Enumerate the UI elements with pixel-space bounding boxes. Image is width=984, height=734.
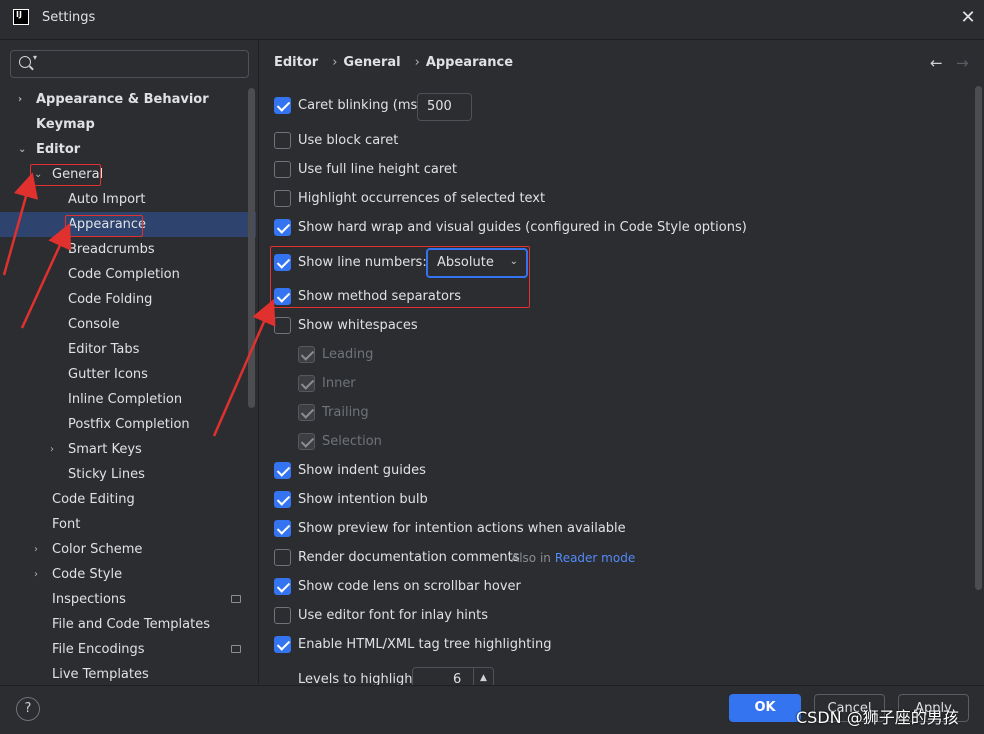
ok-button[interactable]: OK [729,694,801,722]
watermark: CSDN @狮子座的男孩 [796,708,959,727]
annotation-arrows [2,172,276,437]
help-icon[interactable]: ? [16,697,40,721]
